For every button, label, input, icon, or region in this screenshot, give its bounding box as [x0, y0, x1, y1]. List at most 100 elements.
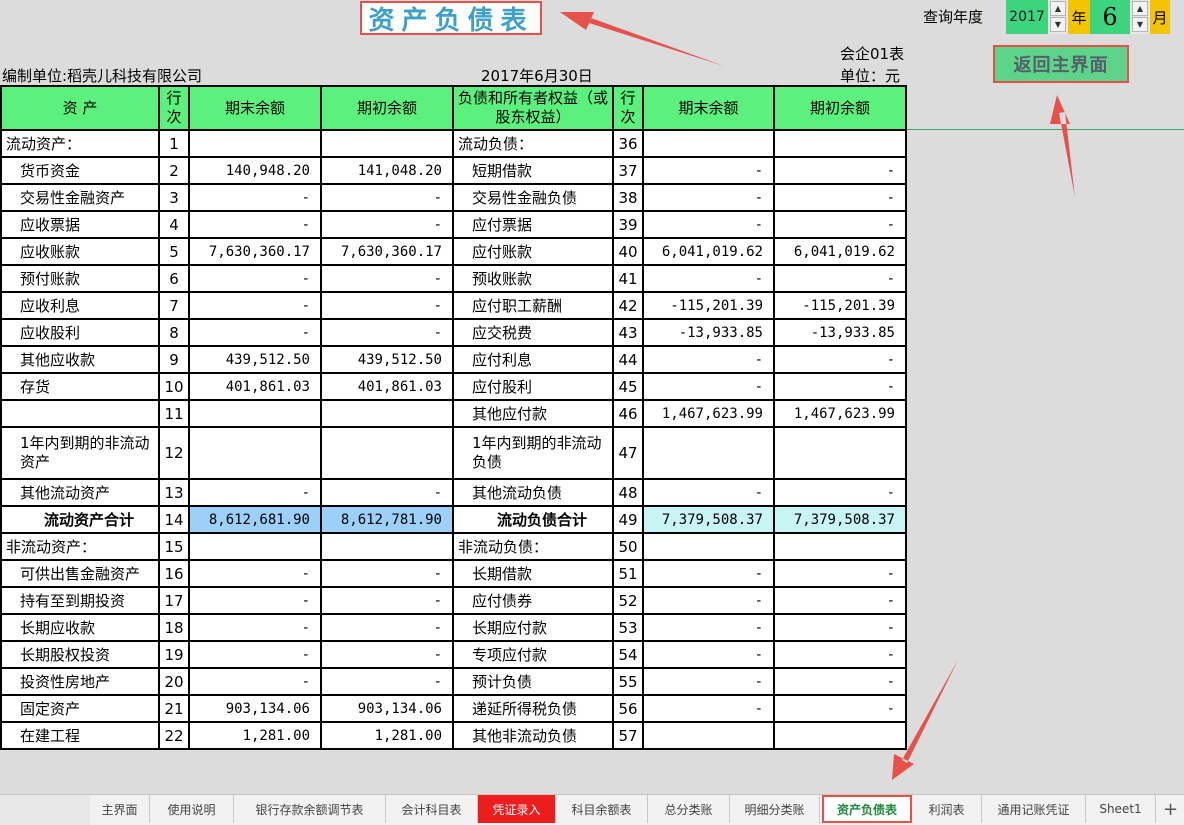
asset-line-no-cell[interactable]: 7 [158, 291, 190, 320]
asset-end-balance-cell[interactable]: - [188, 640, 322, 669]
liability-end-balance-cell[interactable]: 6,041,019.62 [642, 237, 775, 266]
liability-end-balance-cell[interactable]: - [642, 640, 775, 669]
tab-sheet[interactable]: 使用说明 [150, 795, 234, 823]
asset-end-balance-cell[interactable]: 8,612,681.90 [188, 505, 322, 534]
liability-end-balance-cell[interactable]: - [642, 345, 775, 374]
liability-line-no-cell[interactable]: 51 [612, 559, 644, 588]
asset-begin-balance-cell[interactable]: 439,512.50 [320, 345, 454, 374]
liability-begin-balance-cell[interactable]: - [773, 264, 907, 293]
asset-name-cell[interactable]: 长期应收款 [0, 613, 160, 642]
liability-name-cell[interactable]: 其他应付款 [452, 399, 614, 428]
asset-begin-balance-cell[interactable] [320, 399, 454, 428]
asset-begin-balance-cell[interactable]: 8,612,781.90 [320, 505, 454, 534]
tab-sheet[interactable]: 明细分类账 [730, 795, 820, 823]
tab-sheet[interactable]: Sheet1 [1086, 795, 1156, 823]
liability-begin-balance-cell[interactable]: - [773, 559, 907, 588]
liability-end-balance-cell[interactable]: - [642, 613, 775, 642]
return-main-button[interactable]: 返回主界面 [993, 45, 1129, 83]
asset-begin-balance-cell[interactable]: - [320, 613, 454, 642]
liability-end-balance-cell[interactable]: - [642, 478, 775, 507]
asset-name-cell[interactable]: 应收股利 [0, 318, 160, 347]
liability-begin-balance-cell[interactable]: - [773, 667, 907, 696]
asset-end-balance-cell[interactable]: 903,134.06 [188, 694, 322, 723]
liability-begin-balance-cell[interactable]: - [773, 478, 907, 507]
tab-sheet[interactable]: 银行存款余额调节表 [234, 795, 386, 823]
year-value-cell[interactable]: 2017 [1006, 0, 1048, 34]
liability-name-cell[interactable]: 应付职工薪酬 [452, 291, 614, 320]
liability-begin-balance-cell[interactable] [773, 129, 907, 158]
asset-line-no-cell[interactable]: 22 [158, 721, 190, 750]
asset-name-cell[interactable]: 固定资产 [0, 694, 160, 723]
liability-line-no-cell[interactable]: 40 [612, 237, 644, 266]
liability-end-balance-cell[interactable]: - [642, 372, 775, 401]
liability-name-cell[interactable]: 1年内到期的非流动负债 [452, 426, 614, 480]
asset-begin-balance-cell[interactable]: - [320, 586, 454, 615]
asset-end-balance-cell[interactable]: 439,512.50 [188, 345, 322, 374]
asset-begin-balance-cell[interactable] [320, 532, 454, 561]
liability-name-cell[interactable]: 短期借款 [452, 156, 614, 185]
liability-name-cell[interactable]: 长期应付款 [452, 613, 614, 642]
asset-line-no-cell[interactable]: 13 [158, 478, 190, 507]
asset-begin-balance-cell[interactable]: 7,630,360.17 [320, 237, 454, 266]
liability-begin-balance-cell[interactable]: -13,933.85 [773, 318, 907, 347]
liability-begin-balance-cell[interactable]: - [773, 210, 907, 239]
liability-line-no-cell[interactable]: 48 [612, 478, 644, 507]
asset-name-cell[interactable]: 长期股权投资 [0, 640, 160, 669]
asset-begin-balance-cell[interactable]: 401,861.03 [320, 372, 454, 401]
asset-begin-balance-cell[interactable]: 903,134.06 [320, 694, 454, 723]
liability-begin-balance-cell[interactable] [773, 426, 907, 480]
liability-line-no-cell[interactable]: 42 [612, 291, 644, 320]
liability-name-cell[interactable]: 其他流动负债 [452, 478, 614, 507]
asset-end-balance-cell[interactable] [188, 129, 322, 158]
asset-line-no-cell[interactable]: 8 [158, 318, 190, 347]
asset-name-cell[interactable]: 投资性房地产 [0, 667, 160, 696]
asset-begin-balance-cell[interactable]: 1,281.00 [320, 721, 454, 750]
liability-name-cell[interactable]: 应付股利 [452, 372, 614, 401]
liability-begin-balance-cell[interactable]: - [773, 694, 907, 723]
liability-line-no-cell[interactable]: 44 [612, 345, 644, 374]
liability-begin-balance-cell[interactable]: - [773, 156, 907, 185]
asset-name-cell[interactable]: 货币资金 [0, 156, 160, 185]
asset-end-balance-cell[interactable]: 7,630,360.17 [188, 237, 322, 266]
liability-name-cell[interactable]: 流动负债合计 [452, 505, 614, 534]
liability-name-cell[interactable]: 长期借款 [452, 559, 614, 588]
liability-begin-balance-cell[interactable]: 6,041,019.62 [773, 237, 907, 266]
asset-end-balance-cell[interactable]: - [188, 291, 322, 320]
liability-name-cell[interactable]: 其他非流动负债 [452, 721, 614, 750]
liability-name-cell[interactable]: 交易性金融负债 [452, 183, 614, 212]
liability-end-balance-cell[interactable]: - [642, 694, 775, 723]
asset-begin-balance-cell[interactable] [320, 426, 454, 480]
asset-begin-balance-cell[interactable]: - [320, 291, 454, 320]
liability-line-no-cell[interactable]: 45 [612, 372, 644, 401]
liability-line-no-cell[interactable]: 41 [612, 264, 644, 293]
asset-begin-balance-cell[interactable]: - [320, 478, 454, 507]
asset-begin-balance-cell[interactable]: - [320, 183, 454, 212]
liability-name-cell[interactable]: 应交税费 [452, 318, 614, 347]
asset-line-no-cell[interactable]: 11 [158, 399, 190, 428]
liability-line-no-cell[interactable]: 49 [612, 505, 644, 534]
asset-line-no-cell[interactable]: 16 [158, 559, 190, 588]
asset-end-balance-cell[interactable]: - [188, 586, 322, 615]
asset-line-no-cell[interactable]: 3 [158, 183, 190, 212]
liability-name-cell[interactable]: 非流动负债： [452, 532, 614, 561]
asset-name-cell[interactable]: 应收账款 [0, 237, 160, 266]
asset-name-cell[interactable] [0, 399, 160, 428]
liability-begin-balance-cell[interactable]: - [773, 613, 907, 642]
asset-begin-balance-cell[interactable]: - [320, 210, 454, 239]
asset-name-cell[interactable]: 流动资产： [0, 129, 160, 158]
asset-line-no-cell[interactable]: 19 [158, 640, 190, 669]
liability-line-no-cell[interactable]: 38 [612, 183, 644, 212]
tab-sheet[interactable]: 主界面 [90, 795, 150, 823]
asset-line-no-cell[interactable]: 17 [158, 586, 190, 615]
liability-end-balance-cell[interactable]: - [642, 264, 775, 293]
liability-begin-balance-cell[interactable] [773, 721, 907, 750]
asset-end-balance-cell[interactable]: - [188, 318, 322, 347]
asset-end-balance-cell[interactable]: - [188, 559, 322, 588]
asset-line-no-cell[interactable]: 18 [158, 613, 190, 642]
liability-name-cell[interactable]: 应付债券 [452, 586, 614, 615]
asset-begin-balance-cell[interactable]: - [320, 640, 454, 669]
asset-name-cell[interactable]: 应收利息 [0, 291, 160, 320]
asset-line-no-cell[interactable]: 2 [158, 156, 190, 185]
liability-end-balance-cell[interactable]: 1,467,623.99 [642, 399, 775, 428]
liability-line-no-cell[interactable]: 56 [612, 694, 644, 723]
